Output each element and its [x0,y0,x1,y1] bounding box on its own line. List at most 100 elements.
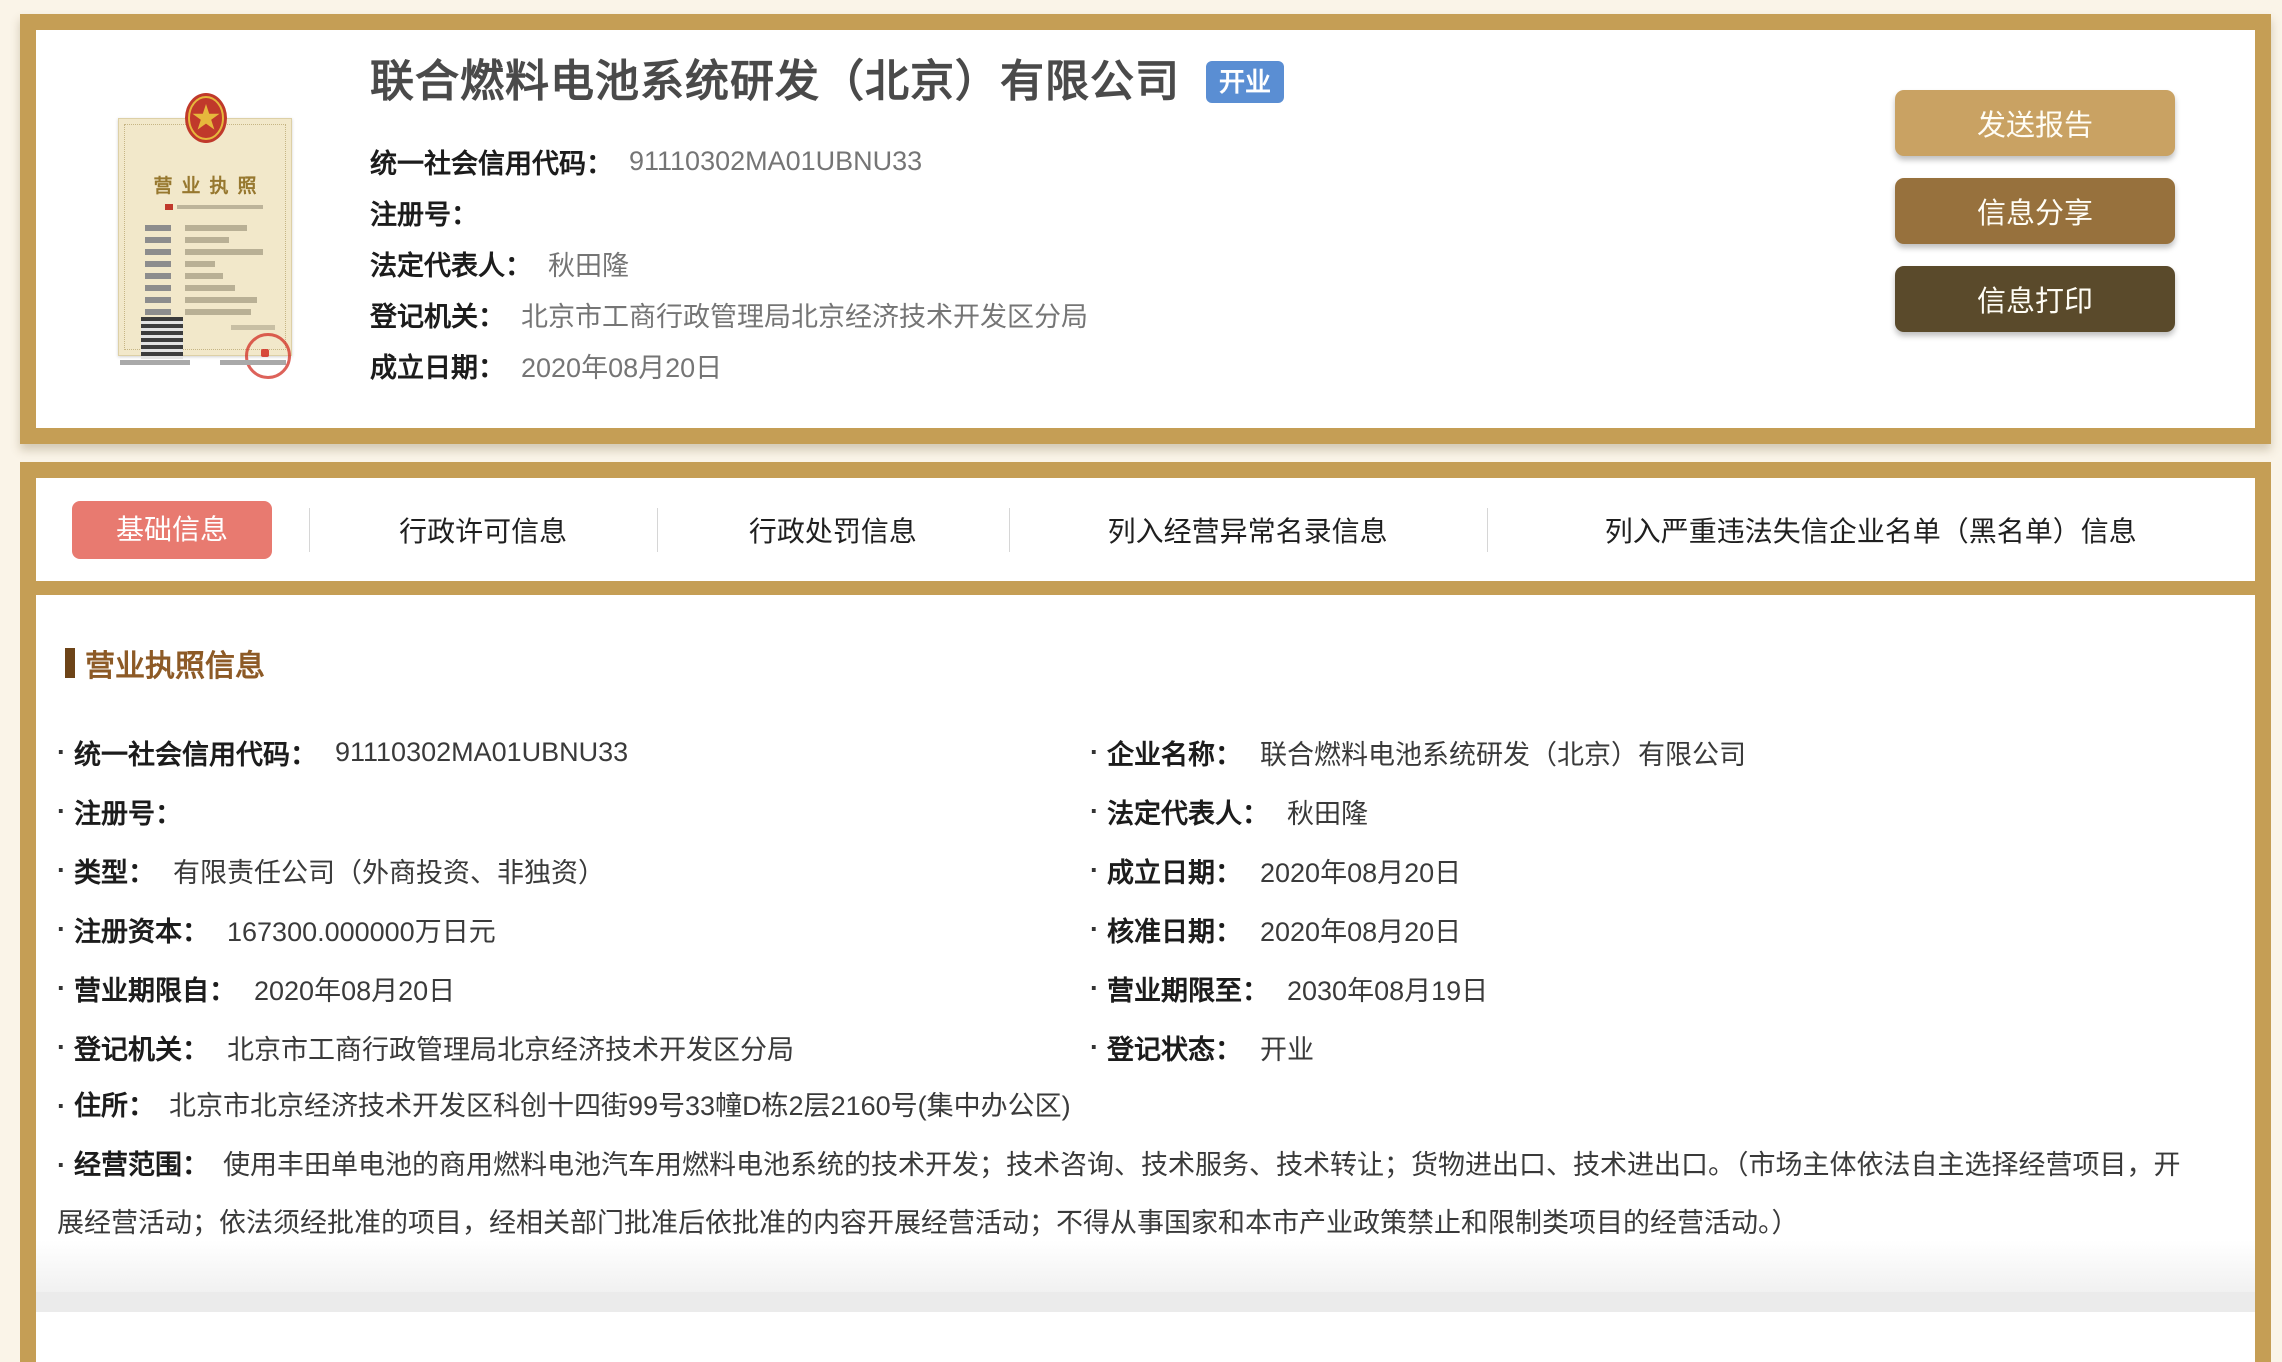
info-row-full: · 经营范围： 使用丰田单电池的商用燃料电池汽车用燃料电池系统的技术开发；技术咨询、… [57,1136,2185,1252]
bullet: · [57,855,66,885]
info-row: · 注册资本： 167300.000000万日元 [57,900,1090,959]
national-emblem-icon [185,93,227,143]
action-buttons: 发送报告信息分享信息打印 [1895,90,2175,332]
bullet: · [1090,1032,1099,1062]
section-title-bar [65,648,75,678]
info-value: 开业 [1260,1035,1314,1065]
info-label: 注册资本： [74,917,209,947]
info-value: 有限责任公司（外商投资、非独资） [173,858,605,888]
info-value: 北京市北京经济技术开发区科创十四街99号33幢D栋2层2160号(集中办公区) [169,1091,1071,1121]
info-value: 2020年08月20日 [254,976,456,1006]
tab-bar: 基础信息 行政许可信息 行政处罚信息 列入经营异常名录信息 列入严重违法失信企业名单（黑… [36,478,2255,581]
info-label: 经营范围： [74,1150,209,1180]
tab[interactable]: 列入经营异常名录信息 [1009,510,1487,550]
info-value: 91110302MA01UBNU33 [335,737,629,767]
info-column-right: · 企业名称： 联合燃料电池系统研发（北京）有限公司 · 法定代表人： 秋田隆 … [1090,723,2215,1077]
info-row: · 核准日期： 2020年08月20日 [1090,900,2215,959]
info-label: 住所： [74,1091,155,1121]
action-button[interactable]: 发送报告 [1895,90,2175,156]
header-fields: 统一社会信用代码： 91110302MA01UBNU33 注册号： 法定代表人：… [370,136,1284,391]
license-title: 营业执照 [153,176,266,197]
bullet: · [57,973,66,1003]
info-row: · 企业名称： 联合燃料电池系统研发（北京）有限公司 [1090,723,2215,782]
field-label: 统一社会信用代码： [370,149,613,179]
license-qr-code [141,317,183,359]
info-label: 核准日期： [1107,917,1242,947]
info-label: 成立日期： [1107,858,1242,888]
bullet: · [1090,855,1099,885]
tab[interactable]: 行政处罚信息 [657,510,1008,550]
info-row: · 登记状态： 开业 [1090,1018,2215,1077]
business-license-image: 营业执照 [118,92,294,382]
bullet: · [57,737,66,767]
header-field-row: 登记机关： 北京市工商行政管理局北京经济技术开发区分局 [370,289,1284,340]
info-label: 企业名称： [1107,740,1242,770]
bullet: · [57,1091,66,1121]
info-value: 秋田隆 [1287,799,1368,829]
bullet: · [1090,796,1099,826]
field-label: 注册号： [370,200,478,230]
license-text-lines [145,223,269,319]
license-caption-right [220,360,286,365]
info-label: 营业期限自： [74,976,236,1006]
info-row: · 类型： 有限责任公司（外商投资、非独资） [57,841,1090,900]
field-value: 北京市工商行政管理局北京经济技术开发区分局 [521,302,1088,332]
info-value: 2020年08月20日 [1260,917,1462,947]
license-red-seal [245,333,291,379]
tab[interactable]: 基础信息 [72,500,273,559]
header-field-row: 注册号： [370,187,1284,238]
info-value: 2020年08月20日 [1260,858,1462,888]
info-label: 登记状态： [1107,1035,1242,1065]
bullet: · [1090,973,1099,1003]
bullet: · [57,914,66,944]
info-value: 联合燃料电池系统研发（北京）有限公司 [1260,740,1746,770]
info-row: · 营业期限至： 2030年08月19日 [1090,959,2215,1018]
field-label: 成立日期： [370,353,505,383]
field-label: 登记机关： [370,302,505,332]
license-info-section: 营业执照信息 · 统一社会信用代码： 91110302MA01UBNU33 · … [36,595,2255,1252]
info-value: 北京市工商行政管理局北京经济技术开发区分局 [227,1035,794,1065]
action-button[interactable]: 信息打印 [1895,266,2175,332]
license-caption-left [120,360,190,365]
info-row: · 法定代表人： 秋田隆 [1090,782,2215,841]
bullet: · [57,796,66,826]
info-label: 登记机关： [74,1035,209,1065]
field-value: 秋田隆 [548,251,629,281]
page-title: 联合燃料电池系统研发（北京）有限公司 [370,57,1180,106]
license-paper: 营业执照 [118,118,292,379]
info-column-left: · 统一社会信用代码： 91110302MA01UBNU33 · 注册号： · … [57,723,1090,1077]
gold-divider [20,581,2271,595]
license-subtitle-line [165,204,263,210]
field-value: 91110302MA01UBNU33 [629,146,923,176]
bullet: · [57,1032,66,1062]
info-label: 法定代表人： [1107,799,1269,829]
header-field-row: 法定代表人： 秋田隆 [370,238,1284,289]
bullet: · [57,1150,66,1180]
info-value: 使用丰田单电池的商用燃料电池汽车用燃料电池系统的技术开发；技术咨询、技术服务、技… [57,1150,2181,1238]
license-seal-text [231,325,275,330]
info-value: 167300.000000万日元 [227,917,496,947]
bottom-gray-strip [36,1292,2255,1312]
info-label: 注册号： [74,799,182,829]
bullet: · [1090,914,1099,944]
status-badge: 开业 [1206,61,1285,103]
info-label: 营业期限至： [1107,976,1269,1006]
tab[interactable]: 列入严重违法失信企业名单（黑名单）信息 [1487,510,2255,550]
info-row: · 登记机关： 北京市工商行政管理局北京经济技术开发区分局 [57,1018,1090,1077]
company-header-panel: 营业执照 联合燃料电池系统研发（北京）有限公司 开业 统一社会信用代码： 911… [20,14,2271,444]
info-label: 类型： [74,858,155,888]
info-value: 2030年08月19日 [1287,976,1489,1006]
info-row: · 注册号： [57,782,1090,841]
header-field-row: 统一社会信用代码： 91110302MA01UBNU33 [370,136,1284,187]
license-info-grid: · 统一社会信用代码： 91110302MA01UBNU33 · 注册号： · … [57,723,2215,1077]
action-button[interactable]: 信息分享 [1895,178,2175,244]
header-field-row: 成立日期： 2020年08月20日 [370,340,1284,391]
info-row: · 营业期限自： 2020年08月20日 [57,959,1090,1018]
bottom-fade [36,1240,2255,1292]
info-row: · 成立日期： 2020年08月20日 [1090,841,2215,900]
section-title: 营业执照信息 [65,641,2215,685]
info-label: 统一社会信用代码： [74,740,317,770]
field-label: 法定代表人： [370,251,532,281]
tab[interactable]: 行政许可信息 [309,510,657,550]
detail-panel: 基础信息 行政许可信息 行政处罚信息 列入经营异常名录信息 列入严重违法失信企业名单（黑… [20,462,2271,1362]
